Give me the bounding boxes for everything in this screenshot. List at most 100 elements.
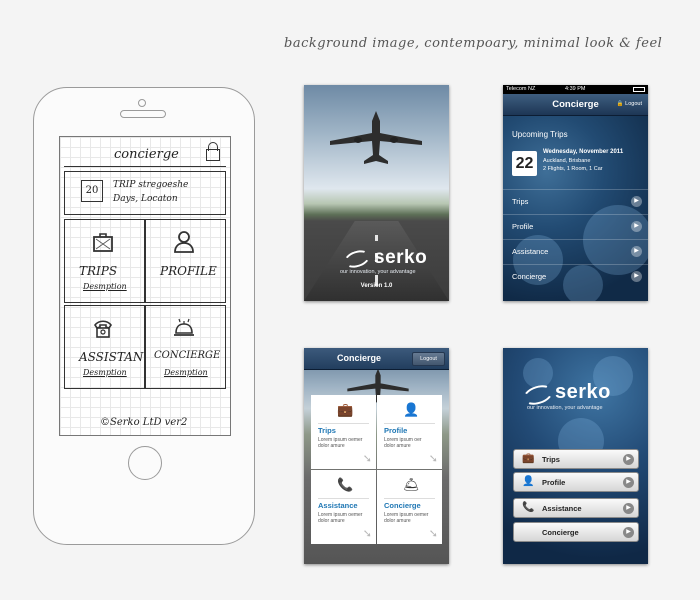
tile-divider [318,423,369,424]
sketch-title: concierge [114,147,179,162]
suitcase-icon: 💼 [522,453,535,464]
brand-tagline: our innovation, your advantage [340,269,416,275]
phone-speaker [120,110,166,118]
sketch-phone: concierge 20 TRIP stregoeshe Days, Locat… [33,87,255,545]
list-row-profile[interactable]: Profile ▶ [503,214,648,238]
menu-button-concierge[interactable]: Concierge ▶ [513,522,639,542]
arrow-icon: ➘ [428,528,438,540]
chevron-right-icon: ▶ [623,503,634,514]
tile-divider [384,423,435,424]
trip-items: 2 Flights, 1 Room, 1 Car [543,166,603,172]
button-label: Assistance [542,504,582,513]
tile-concierge[interactable]: 🛎 Concierge Lorem ipsum oemer dolor amure… [377,470,442,544]
sketch-trip-line2: Days, Locaton [113,194,178,204]
phone-home-button[interactable] [128,446,162,480]
sketch-trip-card[interactable]: 20 TRIP stregoeshe Days, Locaton [64,171,226,215]
row-label: Concierge [512,272,547,281]
menu-button-trips[interactable]: 💼 Trips ▶ [513,449,639,469]
chevron-right-icon: ▶ [623,454,634,465]
person-icon: 👤 [403,402,420,417]
nav-bar: Concierge 🔒 Logout [503,94,648,116]
list-row-assistance[interactable]: Assistance ▶ [503,239,648,263]
sketch-trip-text: TRIP stregoeshe Days, Locaton [113,178,188,206]
tile-desc-line: dolor amure [318,518,345,524]
chevron-right-icon: ▶ [631,196,642,207]
sketch-footer: ©Serko LtD ver2 [100,417,188,428]
bokeh-light [523,358,553,388]
lock-icon[interactable] [206,142,220,161]
row-label: Trips [512,197,529,206]
menu-button-profile[interactable]: 👤 Profile ▶ [513,472,639,492]
sketch-header: concierge [64,141,226,167]
sketch-tile-label: CONCIERGE [154,350,221,361]
person-icon [174,231,194,253]
sketch-screen: concierge 20 TRIP stregoeshe Days, Locat… [59,136,231,436]
tile-label: Profile [384,426,408,435]
suitcase-icon: 💼 [337,402,354,417]
status-bar: Telecom NZ 4:39 PM [503,85,648,94]
tile-desc-line: dolor amure [384,518,411,524]
logout-button[interactable]: 🔒 Logout [617,101,642,107]
phone-icon: 📞 [522,502,535,513]
splash-screen: serko our innovation, your advantage Ver… [304,85,449,301]
concierge-tiles-screen: Concierge Logout 💼 Trips Lorem ipsum oem… [304,348,449,564]
button-label: Concierge [542,528,579,537]
brand-tagline: our innovation, your advantage [527,405,603,411]
list-row-concierge[interactable]: Concierge ▶ [503,264,648,288]
sketch-tile-concierge[interactable]: CONCIERGE Desmption [145,305,226,389]
arrow-icon: ➘ [428,453,438,465]
chevron-right-icon: ▶ [631,271,642,282]
runway-marking [375,235,378,241]
tile-label: Trips [318,426,336,435]
tile-desc-line: dolor amure [318,443,345,449]
tile-divider [384,498,435,499]
section-title: Upcoming Trips [512,130,568,139]
row-label: Assistance [512,247,549,256]
tile-description: Lorem ipsum oer dolor amure [384,437,422,449]
bell-icon: 🛎 [403,477,420,492]
nav-title: Concierge [336,353,381,363]
suitcase-icon [93,233,113,252]
nav-bar: Concierge Logout [304,348,449,370]
person-icon: 👤 [522,476,535,487]
sketch-tile-profile[interactable]: PROFILE [145,219,226,303]
menu-button-assistance[interactable]: 📞 Assistance ▶ [513,498,639,518]
version-label: Version 1.0 [360,283,393,289]
list-row-trips[interactable]: Trips ▶ [503,189,648,213]
sketch-tile-label: TRIPS [79,264,118,278]
upcoming-trip[interactable]: Wednesday, November 2011 Auckland, Brisb… [543,148,623,174]
tile-divider [318,498,369,499]
tile-assistance[interactable]: 📞 Assistance Lorem ipsum oemer dolor amur… [311,470,376,544]
tile-label: Concierge [384,501,421,510]
calendar-date[interactable]: 22 [512,151,537,176]
trip-places: Auckland, Brisbane [543,157,591,164]
button-label: Profile [542,478,566,487]
phone-icon [94,320,112,338]
sketch-tile-assistance[interactable]: ASSISTAN Desmption [64,305,145,389]
button-label: Trips [542,455,560,464]
tile-desc-line: dolor amure [384,443,411,449]
concierge-list-screen: Telecom NZ 4:39 PM Concierge 🔒 Logout Up… [503,85,648,301]
tile-trips[interactable]: 💼 Trips Lorem ipsum oemer dolor amure ➘ [311,395,376,469]
arrow-icon: ➘ [362,453,372,465]
sketch-tile-label: ASSISTAN [79,350,144,364]
arrow-icon: ➘ [362,528,372,540]
sketch-trip-line1: TRIP stregoeshe [113,180,189,190]
menu-screen: serko our innovation, your advantage 💼 T… [503,348,648,564]
sketch-date: 20 [81,180,103,202]
row-label: Profile [512,222,534,231]
logout-label: Logout [625,101,642,107]
phone-icon: 📞 [337,477,354,492]
sketch-tile-trips[interactable]: TRIPS Desmption [64,219,145,303]
airplane-image [330,111,422,164]
logout-button[interactable]: Logout [412,352,445,366]
tile-profile[interactable]: 👤 Profile Lorem ipsum oer dolor amure ➘ [377,395,442,469]
brand-name: serko [374,247,428,268]
battery-icon [633,87,645,92]
lock-icon: 🔒 [616,101,624,107]
status-time: 4:39 PM [565,86,586,92]
tile-description: Lorem ipsum oemer dolor amure [318,512,362,524]
bell-icon [174,318,194,336]
brand-name: serko [555,381,611,403]
phone-camera [138,99,146,107]
